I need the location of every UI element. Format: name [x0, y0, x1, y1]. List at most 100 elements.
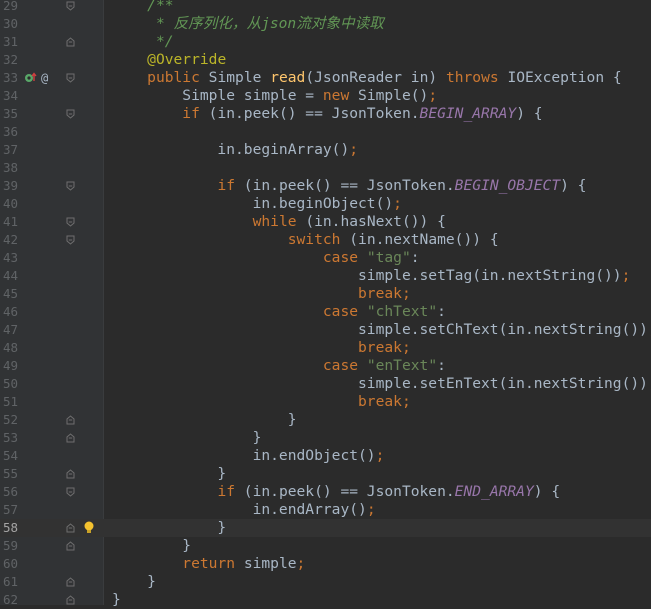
code-text[interactable]: in.beginArray();	[112, 141, 358, 159]
code-text[interactable]: if (in.peek() == JsonToken.END_ARRAY) {	[112, 483, 560, 501]
line-number[interactable]: 32	[0, 51, 18, 69]
code-text[interactable]: }	[112, 411, 297, 429]
code-line[interactable]: 40 in.beginObject();	[0, 195, 651, 213]
code-line[interactable]: 39 if (in.peek() == JsonToken.BEGIN_OBJE…	[0, 177, 651, 195]
code-line[interactable]: 42 switch (in.nextName()) {	[0, 231, 651, 249]
code-line[interactable]: 32 @Override	[0, 51, 651, 69]
fold-close-icon[interactable]	[66, 541, 75, 551]
line-number[interactable]: 36	[0, 123, 18, 141]
code-text[interactable]: * 反序列化，从json流对象中读取	[112, 15, 384, 33]
line-number[interactable]: 59	[0, 537, 18, 555]
line-number[interactable]: 53	[0, 429, 18, 447]
line-number[interactable]: 50	[0, 375, 18, 393]
code-line[interactable]: 61 }	[0, 573, 651, 591]
code-line[interactable]: 41 while (in.hasNext()) {	[0, 213, 651, 231]
code-text[interactable]: while (in.hasNext()) {	[112, 213, 446, 231]
line-number[interactable]: 54	[0, 447, 18, 465]
line-number[interactable]: 52	[0, 411, 18, 429]
line-number[interactable]: 30	[0, 15, 18, 33]
line-number[interactable]: 60	[0, 555, 18, 573]
fold-close-icon[interactable]	[66, 415, 75, 425]
code-text[interactable]: if (in.peek() == JsonToken.BEGIN_ARRAY) …	[112, 105, 542, 123]
line-number[interactable]: 62	[0, 591, 18, 609]
code-text[interactable]: }	[112, 537, 191, 555]
line-number[interactable]: 37	[0, 141, 18, 159]
fold-close-icon[interactable]	[66, 433, 75, 443]
line-number[interactable]: 58	[0, 519, 18, 537]
line-number[interactable]: 43	[0, 249, 18, 267]
line-number[interactable]: 39	[0, 177, 18, 195]
code-line[interactable]: 53 }	[0, 429, 651, 447]
line-number[interactable]: 51	[0, 393, 18, 411]
code-line[interactable]: 45 break;	[0, 285, 651, 303]
code-text[interactable]: simple.setTag(in.nextString());	[112, 267, 630, 285]
code-text[interactable]: }	[112, 429, 262, 447]
code-line[interactable]: 60 return simple;	[0, 555, 651, 573]
code-text[interactable]: in.endObject();	[112, 447, 385, 465]
code-line[interactable]: 52 }	[0, 411, 651, 429]
line-number[interactable]: 35	[0, 105, 18, 123]
code-text[interactable]: }	[112, 519, 226, 537]
code-text[interactable]: in.beginObject();	[112, 195, 402, 213]
code-line[interactable]: 35 if (in.peek() == JsonToken.BEGIN_ARRA…	[0, 105, 651, 123]
fold-open-icon[interactable]	[66, 1, 75, 11]
code-line[interactable]: 55 }	[0, 465, 651, 483]
code-text[interactable]: @Override	[112, 51, 226, 69]
code-line[interactable]: 43 case "tag":	[0, 249, 651, 267]
code-text[interactable]: }	[112, 573, 156, 591]
code-text[interactable]: break;	[112, 393, 411, 411]
code-text[interactable]: in.endArray();	[112, 501, 376, 519]
code-line[interactable]: 38	[0, 159, 651, 177]
fold-close-icon[interactable]	[66, 523, 75, 533]
line-number[interactable]: 45	[0, 285, 18, 303]
fold-close-icon[interactable]	[66, 37, 75, 47]
fold-open-icon[interactable]	[66, 109, 75, 119]
fold-close-icon[interactable]	[66, 595, 75, 605]
code-line[interactable]: 29 /**	[0, 0, 651, 15]
code-text[interactable]: /**	[112, 0, 173, 15]
fold-close-icon[interactable]	[66, 469, 75, 479]
code-text[interactable]: switch (in.nextName()) {	[112, 231, 499, 249]
code-line[interactable]: 44 simple.setTag(in.nextString());	[0, 267, 651, 285]
line-number[interactable]: 46	[0, 303, 18, 321]
code-text[interactable]: case "enText":	[112, 357, 446, 375]
line-number[interactable]: 44	[0, 267, 18, 285]
line-number[interactable]: 57	[0, 501, 18, 519]
fold-close-icon[interactable]	[66, 577, 75, 587]
line-number[interactable]: 41	[0, 213, 18, 231]
fold-open-icon[interactable]	[66, 487, 75, 497]
code-line[interactable]: 50 simple.setEnText(in.nextString());	[0, 375, 651, 393]
code-line[interactable]: 46 case "chText":	[0, 303, 651, 321]
code-text[interactable]: }	[112, 465, 226, 483]
code-line[interactable]: 56 if (in.peek() == JsonToken.END_ARRAY)…	[0, 483, 651, 501]
line-number[interactable]: 47	[0, 321, 18, 339]
code-text[interactable]: break;	[112, 285, 411, 303]
code-line[interactable]: 37 in.beginArray();	[0, 141, 651, 159]
line-number[interactable]: 38	[0, 159, 18, 177]
line-number[interactable]: 56	[0, 483, 18, 501]
code-text[interactable]: */	[112, 33, 174, 51]
fold-open-icon[interactable]	[66, 181, 75, 191]
fold-open-icon[interactable]	[66, 73, 75, 83]
line-number[interactable]: 48	[0, 339, 18, 357]
code-line[interactable]: 62}	[0, 591, 651, 609]
code-line[interactable]: 36	[0, 123, 651, 141]
code-text[interactable]: case "chText":	[112, 303, 446, 321]
line-number[interactable]: 29	[0, 0, 18, 15]
line-number[interactable]: 31	[0, 33, 18, 51]
code-line[interactable]: 59 }	[0, 537, 651, 555]
line-number[interactable]: 33	[0, 69, 18, 87]
code-line[interactable]: 31 */	[0, 33, 651, 51]
code-line[interactable]: 47 simple.setChText(in.nextString());	[0, 321, 651, 339]
code-line[interactable]: 30 * 反序列化，从json流对象中读取	[0, 15, 651, 33]
code-line[interactable]: 33 @ public Simple read(JsonReader in) th…	[0, 69, 651, 87]
code-text[interactable]: public Simple read(JsonReader in) throws…	[112, 69, 622, 87]
line-number[interactable]: 42	[0, 231, 18, 249]
code-line[interactable]: 34 Simple simple = new Simple();	[0, 87, 651, 105]
code-line[interactable]: 51 break;	[0, 393, 651, 411]
line-number[interactable]: 61	[0, 573, 18, 591]
line-number[interactable]: 40	[0, 195, 18, 213]
fold-open-icon[interactable]	[66, 235, 75, 245]
code-text[interactable]: case "tag":	[112, 249, 420, 267]
code-line[interactable]: 58 }	[0, 519, 651, 537]
